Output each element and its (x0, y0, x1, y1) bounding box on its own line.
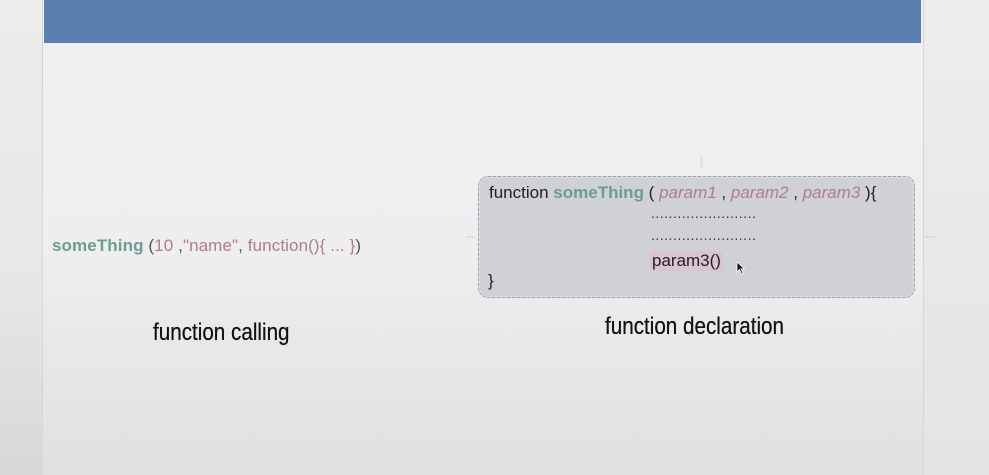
declaration-body-placeholder: ........................ (651, 205, 757, 221)
declaration-function-name: someThing (553, 183, 644, 202)
callback-invocation: param3() (650, 251, 723, 271)
caption-function-calling: function calling (153, 319, 290, 346)
caption-function-declaration: function declaration (605, 313, 785, 340)
declaration-param3: param3 (802, 183, 861, 202)
declaration-body-placeholder: ........................ (651, 227, 757, 243)
declaration-open-paren: ( (643, 183, 660, 202)
declaration-close: ){ (860, 183, 877, 202)
call-function-name: someThing (52, 236, 144, 255)
ghost-mark (466, 236, 476, 238)
declaration-close-brace: } (488, 271, 494, 290)
declaration-signature: function someThing ( param1 , param2 , p… (489, 183, 876, 203)
call-separator: , (173, 236, 183, 255)
declaration-param1: param1 (659, 183, 717, 202)
call-arg-callback: function(){ ... } (247, 236, 356, 255)
call-close-paren: ) (355, 236, 362, 255)
ghost-mark (925, 236, 935, 238)
declaration-param2: param2 (730, 183, 789, 202)
call-arg-string: "name" (182, 236, 239, 255)
function-call-code: someThing (10 ,"name", function(){ ... }… (52, 236, 361, 256)
declaration-keyword: function (489, 183, 549, 202)
declaration-separator: , (716, 183, 731, 202)
call-arg-number: 10 (154, 236, 174, 255)
declaration-separator: , (788, 183, 803, 202)
mouse-cursor-icon (736, 261, 746, 275)
slide-header-banner (44, 0, 921, 43)
call-open-paren: ( (143, 236, 155, 255)
call-separator: , (238, 236, 248, 255)
ghost-mark (700, 155, 703, 169)
